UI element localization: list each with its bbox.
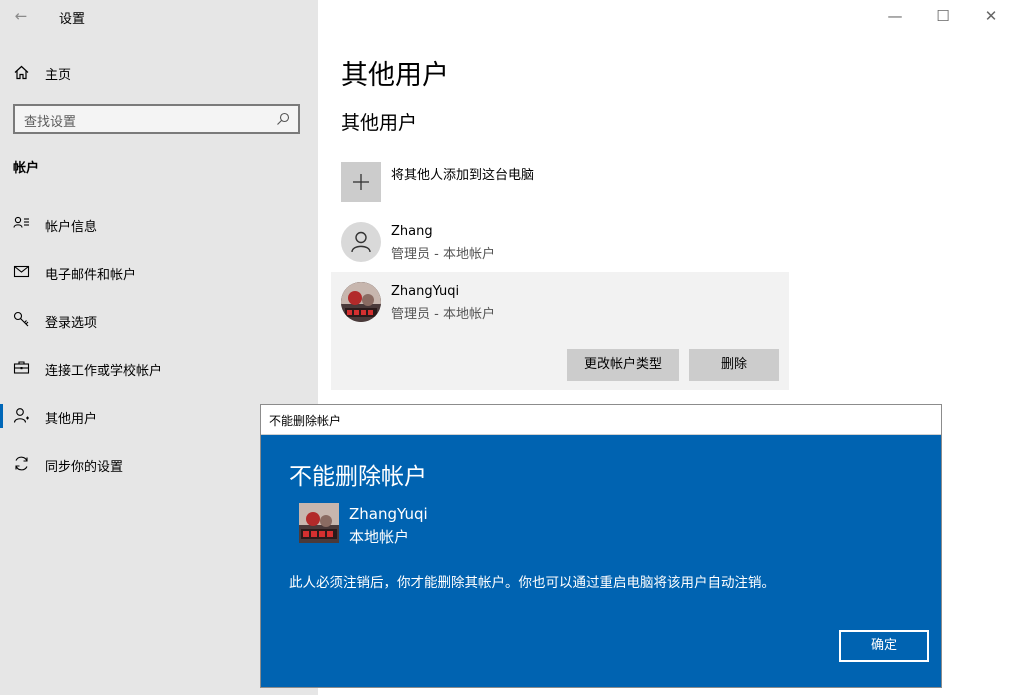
user-name: ZhangYuqi <box>391 284 460 299</box>
person-icon <box>13 407 30 424</box>
user-name: Zhang <box>391 224 433 239</box>
sidebar-item-label: 登录选项 <box>45 316 98 331</box>
page-title: 其他用户 <box>341 60 449 91</box>
window-controls: — ☐ ✕ <box>872 0 1022 32</box>
sidebar-item-home[interactable]: 主页 <box>0 56 318 90</box>
home-icon <box>13 64 30 81</box>
user-item-zhang[interactable]: Zhang 管理员 - 本地帐户 <box>341 222 781 266</box>
ok-button[interactable]: 确定 <box>839 630 929 662</box>
section-title: 帐户 <box>13 161 40 176</box>
sidebar-item-email[interactable]: 电子邮件和帐户 <box>0 252 318 292</box>
sidebar-item-account-info[interactable]: 帐户信息 <box>0 204 318 244</box>
briefcase-icon <box>13 359 30 376</box>
dialog-user-type: 本地帐户 <box>349 528 410 546</box>
sidebar-item-label: 连接工作或学校帐户 <box>45 364 163 379</box>
dialog-window-title: 不能删除帐户 <box>269 414 342 428</box>
search-placeholder: 查找设置 <box>24 115 77 130</box>
plus-icon <box>341 162 381 202</box>
delete-button[interactable]: 删除 <box>689 349 779 381</box>
sidebar-item-sign-in-options[interactable]: 登录选项 <box>0 300 318 340</box>
maximize-button[interactable]: ☐ <box>920 0 966 32</box>
dialog-user-name: ZhangYuqi <box>349 505 428 523</box>
mail-icon <box>13 263 30 280</box>
dialog-message: 此人必须注销后，你才能删除其帐户。你也可以通过重启电脑将该用户自动注销。 <box>289 575 775 591</box>
dialog-body: 不能删除帐户 ZhangYuqi 本地帐户 此人必须注销后，你才能删除其帐户。你… <box>261 435 941 687</box>
dialog-heading: 不能删除帐户 <box>289 464 427 490</box>
sync-icon <box>13 455 30 472</box>
sidebar-item-label: 主页 <box>45 68 72 83</box>
user-role: 管理员 - 本地帐户 <box>391 247 495 262</box>
avatar <box>299 503 339 543</box>
section-heading: 其他用户 <box>341 112 418 134</box>
avatar <box>341 282 381 322</box>
minimize-button[interactable]: — <box>872 0 918 32</box>
cannot-delete-dialog: 不能删除帐户 不能删除帐户 ZhangYuqi 本地帐户 此人必须注销后，你才能… <box>260 404 942 688</box>
active-indicator <box>0 404 3 428</box>
add-user-button[interactable]: 将其他人添加到这台电脑 <box>341 162 781 202</box>
search-icon[interactable] <box>276 112 290 126</box>
close-button[interactable]: ✕ <box>968 0 1014 32</box>
sidebar-item-label: 帐户信息 <box>45 220 98 235</box>
change-account-type-button[interactable]: 更改帐户类型 <box>567 349 679 381</box>
back-arrow-icon[interactable]: ← <box>8 4 34 28</box>
app-title: 设置 <box>59 12 86 27</box>
sidebar-item-label: 同步你的设置 <box>45 460 124 475</box>
user-role: 管理员 - 本地帐户 <box>391 307 495 322</box>
dialog-title-bar: 不能删除帐户 <box>261 405 941 435</box>
sidebar-item-work-school[interactable]: 连接工作或学校帐户 <box>0 348 318 388</box>
add-user-label: 将其他人添加到这台电脑 <box>391 168 535 183</box>
search-input[interactable]: 查找设置 <box>13 104 300 134</box>
default-avatar-icon <box>341 222 381 262</box>
sidebar-item-label: 其他用户 <box>45 412 98 427</box>
sidebar-item-label: 电子邮件和帐户 <box>45 268 137 283</box>
title-bar: ← 设置 <box>0 0 318 34</box>
key-icon <box>13 311 30 328</box>
account-info-icon <box>13 215 30 232</box>
user-item-zhangyuqi[interactable]: ZhangYuqi 管理员 - 本地帐户 <box>341 282 781 326</box>
